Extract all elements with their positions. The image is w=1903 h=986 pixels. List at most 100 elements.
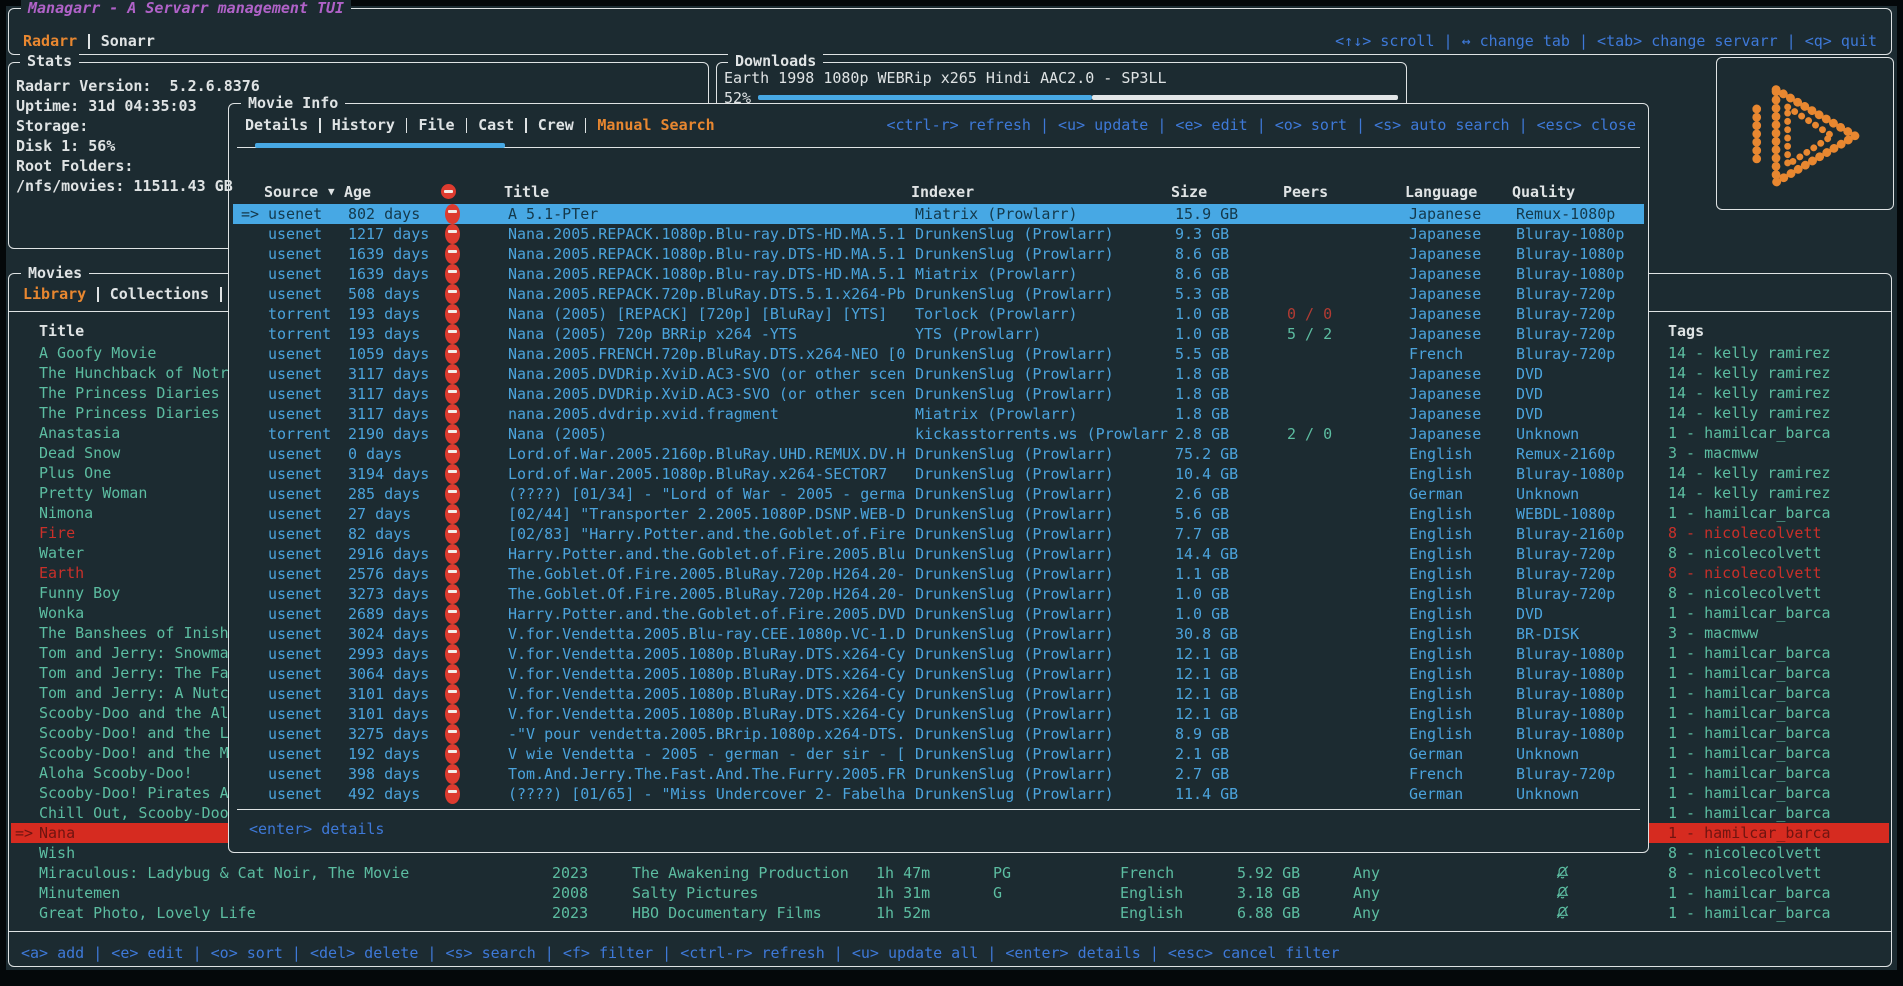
cell-year: 2023 <box>552 903 588 923</box>
cell-quality: Unknown <box>1516 784 1579 804</box>
servarr-tabs: Radarr Sonarr <box>23 31 155 51</box>
search-result-row[interactable]: usenet492 days(????) [01/65] - "Miss Und… <box>233 784 1644 804</box>
cell-quality: Bluray-1080p <box>1516 464 1624 484</box>
uptime: Uptime: 31d 04:35:03 <box>16 96 197 116</box>
search-result-row[interactable]: usenet1639 daysNana.2005.REPACK.1080p.Bl… <box>233 264 1644 284</box>
cell-language: French <box>1409 764 1463 784</box>
cell-size: 5.92 GB <box>1237 863 1300 883</box>
search-result-row[interactable]: torrent2190 daysNana (2005)kickasstorren… <box>233 424 1644 444</box>
search-result-row[interactable]: usenet3024 daysV.for.Vendetta.2005.Blu-r… <box>233 624 1644 644</box>
cell-quality: Bluray-1080p <box>1516 264 1624 284</box>
cell-studio: HBO Documentary Films <box>632 903 822 923</box>
cell-quality-profile: Any <box>1353 883 1380 903</box>
search-result-row[interactable]: torrent193 daysNana (2005) 720p BRRip x2… <box>233 324 1644 344</box>
cell-indexer: DrunkenSlug (Prowlarr) <box>915 584 1171 604</box>
cell-rating: PG <box>993 863 1011 883</box>
cell-size: 12.1 GB <box>1175 644 1238 664</box>
cell-title: V.for.Vendetta.2005.Blu-ray.CEE.1080p.VC… <box>508 624 910 644</box>
cell-tag: 1 - hamilcar_barca <box>1668 883 1831 903</box>
cell-language: Japanese <box>1409 424 1481 444</box>
search-result-row[interactable]: usenet3101 daysV.for.Vendetta.2005.1080p… <box>233 684 1644 704</box>
search-result-row[interactable]: usenet192 daysV wie Vendetta - 2005 - ge… <box>233 744 1644 764</box>
cell-peers: 0 / 0 <box>1287 304 1332 324</box>
cell-title: V wie Vendetta - 2005 - german - der sir… <box>508 744 910 764</box>
cell-age: 1059 days <box>348 344 429 364</box>
search-result-row[interactable]: usenet285 days(????) [01/34] - "Lord of … <box>233 484 1644 504</box>
cell-size: 1.8 GB <box>1175 404 1229 424</box>
cell-size: 2.7 GB <box>1175 764 1229 784</box>
cell-tag: 3 - macmww <box>1668 443 1758 463</box>
cell-language: English <box>1120 903 1183 923</box>
cell-source: usenet <box>268 384 322 404</box>
rejected-icon <box>445 524 460 544</box>
cell-movie-title: Great Photo, Lovely Life <box>39 903 256 923</box>
disk-usage-bar <box>255 143 505 148</box>
search-result-row[interactable]: usenet3194 daysLord.of.War.2005.1080p.Bl… <box>233 464 1644 484</box>
cell-quality: Bluray-1080p <box>1516 644 1624 664</box>
search-result-row[interactable]: usenet82 days[02/83] "Harry.Potter.and.t… <box>233 524 1644 544</box>
cell-peers: 5 / 2 <box>1287 324 1332 344</box>
search-result-row[interactable]: usenet3064 daysV.for.Vendetta.2005.1080p… <box>233 664 1644 684</box>
search-result-row[interactable]: usenet398 daysTom.And.Jerry.The.Fast.And… <box>233 764 1644 784</box>
cell-movie-title: The Princess Diaries <box>39 383 220 403</box>
movie-row[interactable]: Great Photo, Lovely Life 2023 HBO Document… <box>11 903 1889 923</box>
cell-title: nana.2005.dvdrip.xvid.fragment <box>508 404 910 424</box>
tab-sonarr[interactable]: Sonarr <box>101 31 155 51</box>
cell-source: usenet <box>268 444 322 464</box>
search-result-row[interactable]: usenet2576 daysThe.Goblet.Of.Fire.2005.B… <box>233 564 1644 584</box>
download-progress-track <box>1092 95 1398 100</box>
search-result-row[interactable]: usenet1059 daysNana.2005.FRENCH.720p.Blu… <box>233 344 1644 364</box>
cell-quality: Bluray-1080p <box>1516 664 1624 684</box>
cell-runtime: 1h 47m <box>876 863 930 883</box>
search-result-row[interactable]: torrent193 daysNana (2005) [REPACK] [720… <box>233 304 1644 324</box>
cell-language: English <box>1409 464 1472 484</box>
search-result-row[interactable]: usenet3273 daysThe.Goblet.Of.Fire.2005.B… <box>233 584 1644 604</box>
download-progress-filled <box>758 95 1092 100</box>
search-result-row[interactable]: usenet27 days[02/44] "Transporter 2.2005… <box>233 504 1644 524</box>
movie-row[interactable]: Minutemen2008Salty Pictures1h 31mGEnglis… <box>11 883 1889 903</box>
cell-language: English <box>1409 564 1472 584</box>
cell-language: English <box>1409 724 1472 744</box>
search-result-row[interactable]: usenet3101 daysV.for.Vendetta.2005.1080p… <box>233 704 1644 724</box>
search-result-row[interactable]: usenet3117 daysnana.2005.dvdrip.xvid.fra… <box>233 404 1644 424</box>
cell-language: Japanese <box>1409 324 1481 344</box>
cell-title: Tom.And.Jerry.The.Fast.And.The.Furry.200… <box>508 764 910 784</box>
cell-tag: 1 - hamilcar_barca <box>1668 803 1831 823</box>
cell-source: usenet <box>268 644 322 664</box>
cell-quality: DVD <box>1516 384 1543 404</box>
cell-size: 12.1 GB <box>1175 664 1238 684</box>
cell-quality: Bluray-720p <box>1516 324 1615 344</box>
search-result-row[interactable]: usenet2689 daysHarry.Potter.and.the.Gobl… <box>233 604 1644 624</box>
cell-size: 2.1 GB <box>1175 744 1229 764</box>
rejected-icon <box>445 344 460 364</box>
cell-tag: 3 - macmww <box>1668 623 1758 643</box>
cell-age: 1639 days <box>348 264 429 284</box>
cell-size: 1.0 GB <box>1175 584 1229 604</box>
search-result-row[interactable]: usenet0 daysLord.of.War.2005.2160p.BluRa… <box>233 444 1644 464</box>
cell-language: English <box>1409 584 1472 604</box>
search-result-row[interactable]: usenet3275 days-"V pour vendetta.2005.BR… <box>233 724 1644 744</box>
cell-movie-title: Earth <box>39 563 84 583</box>
movie-row[interactable]: Miraculous: Ladybug & Cat Noir, The Movi… <box>11 863 1889 883</box>
cell-size: 7.7 GB <box>1175 524 1229 544</box>
monitored-bell-icon <box>1555 905 1570 925</box>
search-result-row[interactable]: usenet508 daysNana.2005.REPACK.720p.BluR… <box>233 284 1644 304</box>
cell-tag: 1 - hamilcar_barca <box>1668 703 1831 723</box>
cell-movie-title: Plus One <box>39 463 111 483</box>
cell-tag: 8 - nicolecolvett <box>1668 583 1822 603</box>
cell-indexer: Torlock (Prowlarr) <box>915 304 1171 324</box>
search-result-row[interactable]: usenet2916 daysHarry.Potter.and.the.Gobl… <box>233 544 1644 564</box>
cell-title: V.for.Vendetta.2005.1080p.BluRay.DTS.x26… <box>508 704 910 724</box>
cell-age: 0 days <box>348 444 402 464</box>
cell-age: 82 days <box>348 524 411 544</box>
selection-arrow-icon: => <box>15 823 33 843</box>
cell-size: 5.3 GB <box>1175 284 1229 304</box>
search-result-row[interactable]: usenet3117 daysNana.2005.DVDRip.XviD.AC3… <box>233 364 1644 384</box>
search-result-row[interactable]: usenet3117 daysNana.2005.DVDRip.XviD.AC3… <box>233 384 1644 404</box>
monitored-bell-icon <box>1555 885 1570 905</box>
cell-indexer: DrunkenSlug (Prowlarr) <box>915 384 1171 404</box>
cell-movie-title: Chill Out, Scooby-Doo <box>39 803 229 823</box>
cell-tag: 14 - kelly ramirez <box>1668 403 1831 423</box>
tab-radarr[interactable]: Radarr <box>23 31 77 51</box>
search-result-row[interactable]: usenet2993 daysV.for.Vendetta.2005.1080p… <box>233 644 1644 664</box>
